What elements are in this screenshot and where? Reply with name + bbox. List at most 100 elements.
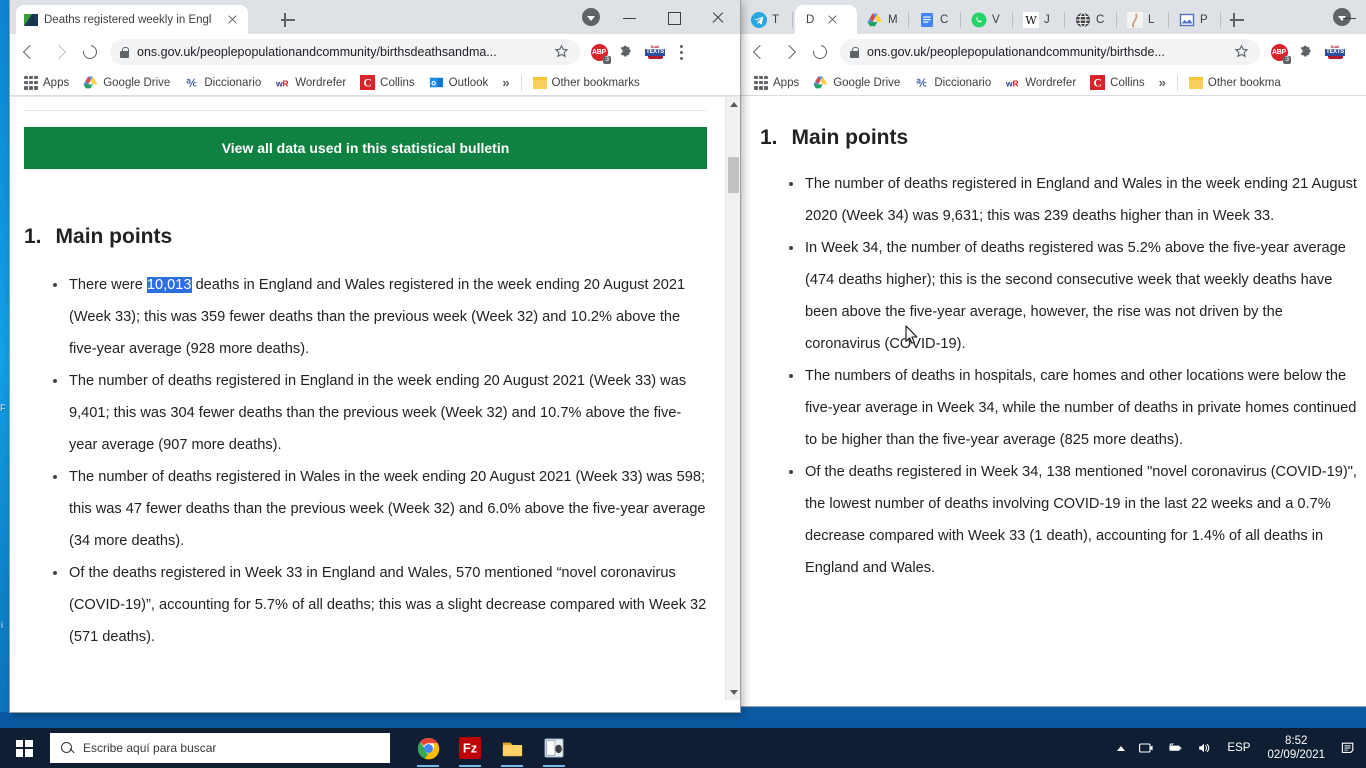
toolbar-left: ons.gov.uk/peoplepopulationandcommunity/… [10,34,740,70]
bookmark-collins[interactable]: C Collins [1084,73,1151,92]
chrome-window-left[interactable]: Deaths registered weekly in Engl ons.gov… [10,0,740,712]
screen-icon[interactable] [1132,728,1160,768]
minimize-button[interactable] [608,2,652,32]
bookmark-google-drive[interactable]: Google Drive [807,73,906,92]
dual-texts-extension-icon[interactable]: Dual TEXTS [642,39,668,65]
tab-whatsapp[interactable]: V [964,5,1010,34]
tab-separator [908,12,909,28]
taskbar-search-input[interactable]: Escribe aquí para buscar [50,733,390,763]
extensions-puzzle-icon[interactable] [614,39,640,65]
bookmark-other-bookmarks[interactable]: Other bookma [1183,75,1287,91]
bullet-pre-text: There were [69,277,147,293]
outlook-icon: o [429,75,444,90]
lock-icon [120,46,129,58]
list-item: In Week 34, the number of deaths registe… [782,232,1360,360]
bookmarks-overflow-button[interactable]: » [496,75,515,90]
tab-label: M [888,13,898,26]
close-tab-icon[interactable] [825,12,841,28]
minimize-button[interactable] [1328,2,1366,32]
heading-number: 1. [24,225,42,248]
notifications-icon[interactable] [1334,728,1362,768]
window-chrome-left: Deaths registered weekly in Engl ons.gov… [10,0,740,96]
tab-google-docs[interactable]: C [912,5,958,34]
view-all-data-button[interactable]: View all data used in this statistical b… [24,127,707,169]
address-bar-left[interactable]: ons.gov.uk/peoplepopulationandcommunity/… [110,39,580,65]
tab-label: J [1044,13,1050,26]
bookmark-google-drive[interactable]: Google Drive [77,73,176,92]
tab-leg[interactable]: L [1120,5,1166,34]
scanner-taskbar-icon[interactable] [534,728,574,768]
file-explorer-taskbar-icon[interactable] [492,728,532,768]
reload-icon[interactable] [76,38,104,66]
bookmark-outlook[interactable]: o Outlook [423,73,495,92]
tab-document-active[interactable]: D [795,5,857,34]
tab-wikipedia[interactable]: W J [1016,5,1062,34]
image-icon [1179,12,1195,28]
forward-arrow-icon[interactable] [46,38,74,66]
tab-label: C [1096,13,1105,26]
battery-icon[interactable] [1161,728,1189,768]
bookmark-label: Apps [43,76,70,89]
list-item: There were 10,013 deaths in England and … [46,269,707,365]
abp-badge: 3 [1283,56,1291,64]
back-arrow-icon[interactable] [16,38,44,66]
adblock-plus-extension-icon[interactable]: ABP 3 [586,39,612,65]
tab-google-drive[interactable]: M [860,5,906,34]
new-tab-button[interactable] [278,10,298,30]
bookmarks-overflow-button[interactable]: » [1153,75,1172,90]
tab-label: C [940,13,949,26]
scroll-up-arrow[interactable] [726,97,740,112]
extensions-puzzle-icon[interactable] [1294,39,1320,65]
close-tab-icon[interactable] [225,12,241,28]
bookmark-diccionario[interactable]: ℀ Diccionario [178,73,267,92]
page-scrollbar-left[interactable] [725,97,740,700]
language-indicator[interactable]: ESP [1219,742,1258,754]
dual-bottom-bar [647,56,663,59]
dual-texts-extension-icon[interactable]: Dual TEXTS [1322,39,1348,65]
window-chrome-right: T D M C V W J C L P ons.gov.uk/peoplepop… [740,0,1366,96]
bookmark-collins[interactable]: C Collins [354,73,421,92]
chrome-window-right[interactable]: T D M C V W J C L P ons.gov.uk/peoplepop… [740,0,1366,706]
bookmark-apps[interactable]: Apps [748,74,805,92]
tab-image[interactable]: P [1172,5,1218,34]
chrome-menu-icon[interactable] [670,39,692,65]
new-tab-button[interactable] [1227,10,1247,30]
page-top-rule [24,97,707,111]
clock-date: 02/09/2021 [1267,749,1325,761]
show-hidden-icons-caret[interactable] [1111,728,1131,768]
windows-start-icon[interactable] [0,728,48,768]
filezilla-taskbar-icon[interactable]: Fz [450,728,490,768]
scrollbar-thumb[interactable] [728,157,739,193]
google-drive-icon [813,75,828,90]
chrome-taskbar-icon[interactable] [408,728,448,768]
tab-globe[interactable]: C [1068,5,1114,34]
back-arrow-icon[interactable] [746,38,774,66]
tab-telegram[interactable]: T [744,5,790,34]
collins-icon: C [1090,75,1106,90]
toolbar-right: ons.gov.uk/peoplepopulationandcommunity/… [740,34,1366,70]
bookmark-apps[interactable]: Apps [18,74,75,92]
bookmark-diccionario[interactable]: ℀ Diccionario [908,73,997,92]
close-window-button[interactable] [696,2,740,32]
page-inner-right: 1. Main points The number of deaths regi… [740,96,1366,700]
star-icon[interactable] [554,44,570,60]
profile-avatar[interactable] [582,8,600,26]
volume-icon[interactable] [1190,728,1218,768]
taskbar-clock[interactable]: 8:52 02/09/2021 [1259,734,1333,762]
forward-arrow-icon[interactable] [776,38,804,66]
address-bar-right[interactable]: ons.gov.uk/peoplepopulationandcommunity/… [840,39,1260,65]
maximize-button[interactable] [652,2,696,32]
reload-icon[interactable] [806,38,834,66]
bookmark-wordreference[interactable]: wR Wordrefer [999,73,1082,92]
tab-ons-deaths[interactable]: Deaths registered weekly in Engl [16,5,248,34]
svg-text:W: W [1025,14,1037,27]
page-heading-left: 1. Main points [24,225,707,249]
bookmark-wordreference[interactable]: wR Wordrefer [269,73,352,92]
bookmark-label: Apps [773,76,800,89]
tab-label: T [772,13,780,26]
star-icon[interactable] [1234,44,1250,60]
adblock-plus-extension-icon[interactable]: ABP 3 [1266,39,1292,65]
scroll-down-arrow[interactable] [726,685,740,700]
bookmark-other-bookmarks[interactable]: Other bookmarks [527,75,646,91]
google-docs-icon [919,12,935,28]
